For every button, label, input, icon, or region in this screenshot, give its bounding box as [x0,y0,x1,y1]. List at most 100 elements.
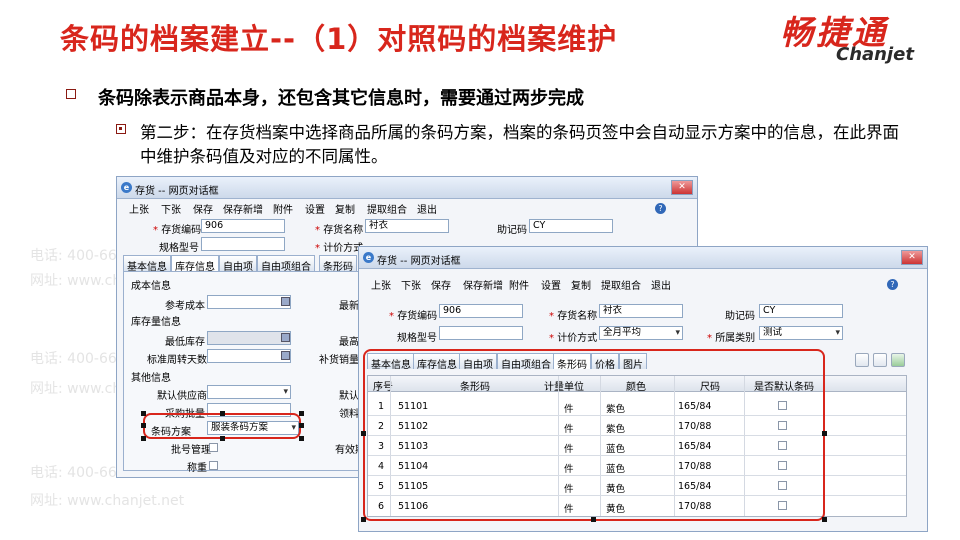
help-icon[interactable]: ? [887,279,898,290]
selection-handle [141,423,146,428]
bullet-square-icon [66,89,76,99]
default-wh-label: 默认 [339,391,359,402]
menu-attach[interactable]: 附件 [509,277,529,292]
latest-label: 最新 [339,301,359,312]
menu-save[interactable]: 保存 [193,201,213,216]
name-input[interactable]: 衬衣 [599,304,683,318]
turnover-input[interactable] [207,349,291,363]
menu-save-new[interactable]: 保存新增 [223,201,263,216]
pricing-label: * 计价方式 [315,243,364,254]
window-menubar: 上张 下张 保存 保存新增 附件 设置 复制 提取组合 退出 ? [359,275,927,293]
spec-input[interactable] [201,237,285,251]
selection-handle [299,423,304,428]
mnemonic-label: 助记码 [725,311,755,322]
mnemonic-input[interactable]: CY [759,304,843,318]
selection-handle [220,436,225,441]
tab-free-combo[interactable]: 自由项组合 [257,255,315,273]
min-stock-input[interactable] [207,331,291,345]
lead-label: 领料 [339,409,359,420]
window-title: 存货 -- 网页对话框 [377,256,461,267]
tab-free[interactable]: 自由项 [219,255,257,273]
window-menubar: 上张 下张 保存 保存新增 附件 设置 复制 提取组合 退出 ? [117,199,697,217]
selection-handle [822,517,827,522]
pricing-select[interactable]: 全月平均 [599,326,683,340]
menu-extract[interactable]: 提取组合 [601,277,641,292]
window-titlebar: e 存货 -- 网页对话框 ✕ [117,177,697,199]
selection-handle [299,411,304,416]
selection-handle [141,411,146,416]
selection-handle [299,436,304,441]
section-other: 其他信息 [131,373,171,384]
calc-icon[interactable] [281,297,290,306]
calc-icon[interactable] [281,351,290,360]
close-button[interactable]: ✕ [901,250,923,265]
ref-cost-label: 参考成本 [165,301,205,312]
name-label: * 存货名称 [549,311,598,322]
selection-handle [591,517,596,522]
ref-cost-input[interactable] [207,295,291,309]
code-label: * 存货编码 [153,225,202,236]
spec-input[interactable] [439,326,523,340]
ie-icon: e [121,182,132,193]
batch-mgmt-checkbox[interactable] [209,443,218,452]
slide-title: 条码的档案建立--（1）对照码的档案维护 [60,22,618,56]
mnemonic-label: 助记码 [497,225,527,236]
supplement-label: 补货销量 [319,355,359,366]
spec-label: 规格型号 [159,243,199,254]
menu-prev[interactable]: 上张 [129,201,149,216]
menu-attach[interactable]: 附件 [273,201,293,216]
menu-next[interactable]: 下张 [161,201,181,216]
tab-basic[interactable]: 基本信息 [123,255,171,273]
menu-settings[interactable]: 设置 [305,201,325,216]
calc-icon[interactable] [281,333,290,342]
supplier-label: 默认供应商 [157,391,207,402]
weighing-checkbox[interactable] [209,461,218,470]
menu-exit[interactable]: 退出 [417,201,437,216]
menu-save-new[interactable]: 保存新增 [463,277,503,292]
bullet-level1: 条码除表示商品本身，还包含其它信息时，需要通过两步完成 [98,88,584,109]
export-excel-icon[interactable] [891,353,905,367]
category-select[interactable]: 测试 [759,326,843,340]
close-button[interactable]: ✕ [671,180,693,195]
menu-copy[interactable]: 复制 [335,201,355,216]
min-stock-label: 最低库存 [165,337,205,348]
back-tabs: 基本信息 库存信息 自由项 自由项组合 条形码 [123,255,373,273]
supplier-select[interactable] [207,385,291,399]
menu-settings[interactable]: 设置 [541,277,561,292]
code-input[interactable]: 906 [201,219,285,233]
copy-row-icon[interactable] [855,353,869,367]
section-cost: 成本信息 [131,281,171,292]
selection-handle [220,411,225,416]
batch-mgmt-label: 批号管理 [171,445,211,456]
front-dialog-window: e 存货 -- 网页对话框 ✕ 上张 下张 保存 保存新增 附件 设置 复制 提… [358,246,928,532]
selection-handle [141,436,146,441]
selection-handle [361,431,366,436]
selection-handle [822,431,827,436]
tab-barcode[interactable]: 条形码 [319,255,357,273]
window-titlebar: e 存货 -- 网页对话框 ✕ [359,247,927,269]
code-input[interactable]: 906 [439,304,523,318]
menu-prev[interactable]: 上张 [371,277,391,292]
ie-icon: e [363,252,374,263]
menu-next[interactable]: 下张 [401,277,421,292]
bullet-square-filled-icon [116,124,126,134]
section-stock: 库存量信息 [131,317,181,328]
name-input[interactable]: 衬衣 [365,219,449,233]
menu-save[interactable]: 保存 [431,277,451,292]
chanjet-logo: 畅捷通 Chanjet [776,6,952,66]
logo-english: Chanjet [836,44,914,65]
paste-row-icon[interactable] [873,353,887,367]
name-label: * 存货名称 [315,225,364,236]
menu-copy[interactable]: 复制 [571,277,591,292]
tab-stock[interactable]: 库存信息 [171,255,219,273]
pricing-label: * 计价方式 [549,333,598,344]
spec-label: 规格型号 [397,333,437,344]
category-label: * 所属类别 [707,333,756,344]
window-title: 存货 -- 网页对话框 [135,186,219,197]
menu-exit[interactable]: 退出 [651,277,671,292]
help-icon[interactable]: ? [655,203,666,214]
max-label: 最高 [339,337,359,348]
mnemonic-input[interactable]: CY [529,219,613,233]
menu-extract[interactable]: 提取组合 [367,201,407,216]
selection-handle [361,517,366,522]
